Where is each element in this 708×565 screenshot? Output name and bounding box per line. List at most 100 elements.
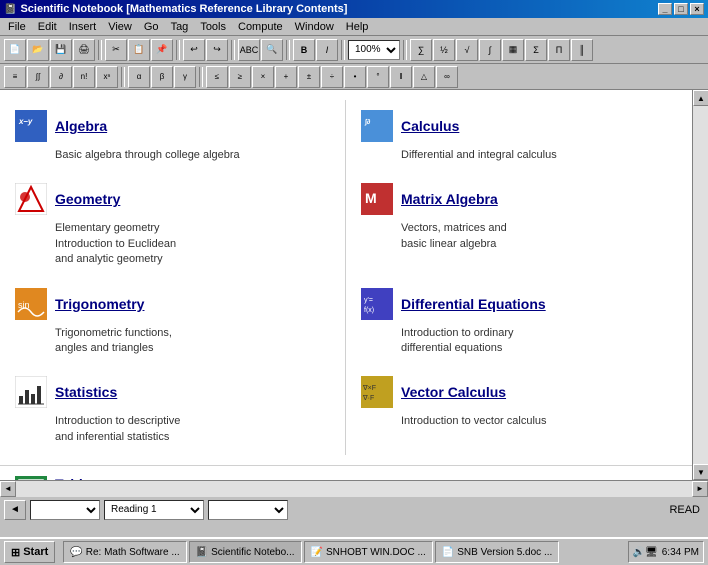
stats-title: Statistics xyxy=(55,384,117,400)
tb2-btn17[interactable]: ‖ xyxy=(390,66,412,88)
tb2-btn18[interactable]: △ xyxy=(413,66,435,88)
topic-algebra[interactable]: x–y Algebra Basic algebra through colleg… xyxy=(0,100,346,173)
geometry-icon xyxy=(15,183,47,215)
tb2-btn2[interactable]: ∫∫ xyxy=(27,66,49,88)
algebra-title: Algebra xyxy=(55,118,107,134)
menu-compute[interactable]: Compute xyxy=(232,20,289,34)
prod-button[interactable]: Π xyxy=(548,39,570,61)
bold-button[interactable]: B xyxy=(293,39,315,61)
taskbar-item-3[interactable]: 📝 SNHOBT WIN.DOC ... xyxy=(304,541,433,563)
taskbar-item-4[interactable]: 📄 SNB Version 5.doc ... xyxy=(435,541,560,563)
menu-view[interactable]: View xyxy=(102,20,138,34)
geometry-desc: Elementary geometryIntroduction to Eucli… xyxy=(15,221,330,267)
matrix-button[interactable]: ▦ xyxy=(502,39,524,61)
menu-insert[interactable]: Insert xyxy=(63,20,103,34)
bar-button[interactable]: ║ xyxy=(571,39,593,61)
svg-text:∇·F: ∇·F xyxy=(362,394,374,402)
scroll-left-button[interactable]: ◄ xyxy=(0,481,16,497)
tb2-btn19[interactable]: ∞ xyxy=(436,66,458,88)
topic-calculus-header: ∫∂ Calculus xyxy=(361,110,677,142)
math-button[interactable]: ∑ xyxy=(410,39,432,61)
tb2-btn4[interactable]: n! xyxy=(73,66,95,88)
tb2-btn5[interactable]: xⁿ xyxy=(96,66,118,88)
topic-tables[interactable]: Tables (See Chemistry and Physics for mo… xyxy=(0,465,692,480)
start-button[interactable]: ⊞ Start xyxy=(4,541,55,563)
tb2-btn12[interactable]: + xyxy=(275,66,297,88)
find-button[interactable]: 🔍 xyxy=(261,39,283,61)
tb2-btn15[interactable]: • xyxy=(344,66,366,88)
redo-button[interactable]: ↪ xyxy=(206,39,228,61)
copy-button[interactable]: 📋 xyxy=(128,39,150,61)
window-title: Scientific Notebook [Mathematics Referen… xyxy=(20,3,347,15)
tables-content: Tables (See Chemistry and Physics for mo… xyxy=(55,476,328,480)
separator-8 xyxy=(199,67,203,87)
tb2-btn13[interactable]: ± xyxy=(298,66,320,88)
algebra-icon: x–y xyxy=(15,110,47,142)
topic-trigonometry[interactable]: sin Trigonometry Trigonometric functions… xyxy=(0,278,346,367)
maximize-button[interactable]: □ xyxy=(674,3,688,15)
calculus-title: Calculus xyxy=(401,118,459,134)
tb2-btn10[interactable]: ≥ xyxy=(229,66,251,88)
tables-icon xyxy=(15,476,47,480)
topic-vector-calculus[interactable]: ∇×F ∇·F Vector Calculus Introduction to … xyxy=(346,366,692,455)
tb2-btn1[interactable]: ≡ xyxy=(4,66,26,88)
task-label-1: Re: Math Software ... xyxy=(86,547,180,558)
paste-button[interactable]: 📌 xyxy=(151,39,173,61)
tb2-btn11[interactable]: × xyxy=(252,66,274,88)
scroll-down-button[interactable]: ▼ xyxy=(693,464,708,480)
task-icon-4: 📄 xyxy=(442,547,454,558)
content-area: x–y Algebra Basic algebra through colleg… xyxy=(0,90,692,480)
tb2-btn7[interactable]: β xyxy=(151,66,173,88)
taskbar-item-1[interactable]: 💬 Re: Math Software ... xyxy=(63,541,186,563)
topics-grid: x–y Algebra Basic algebra through colleg… xyxy=(0,90,692,465)
undo-button[interactable]: ↩ xyxy=(183,39,205,61)
menu-go[interactable]: Go xyxy=(138,20,165,34)
nav-back-button[interactable]: ◄ xyxy=(4,500,26,520)
new-button[interactable]: 📄 xyxy=(4,39,26,61)
tb2-btn14[interactable]: ÷ xyxy=(321,66,343,88)
menu-help[interactable]: Help xyxy=(340,20,375,34)
open-button[interactable]: 📂 xyxy=(27,39,49,61)
zoom-select[interactable]: 100% xyxy=(348,40,400,60)
tb2-btn3[interactable]: ∂ xyxy=(50,66,72,88)
status-text: READ xyxy=(669,504,704,516)
minimize-button[interactable]: _ xyxy=(658,3,672,15)
start-icon: ⊞ xyxy=(11,546,20,559)
cut-button[interactable]: ✂ xyxy=(105,39,127,61)
topic-statistics[interactable]: Statistics Introduction to descriptivean… xyxy=(0,366,346,455)
task-label-4: SNB Version 5.doc ... xyxy=(457,547,552,558)
scroll-right-button[interactable]: ► xyxy=(692,481,708,497)
menu-window[interactable]: Window xyxy=(289,20,340,34)
sqrt-button[interactable]: √ xyxy=(456,39,478,61)
right-scrollbar: ▲ ▼ xyxy=(692,90,708,480)
close-button[interactable]: × xyxy=(690,3,704,15)
menu-tools[interactable]: Tools xyxy=(194,20,232,34)
tb2-btn16[interactable]: ° xyxy=(367,66,389,88)
calculus-desc: Differential and integral calculus xyxy=(361,148,677,163)
sum-button[interactable]: Σ xyxy=(525,39,547,61)
topic-matrix-algebra[interactable]: M Matrix Algebra Vectors, matrices andba… xyxy=(346,173,692,277)
menu-file[interactable]: File xyxy=(2,20,32,34)
nav-select-reading[interactable]: Reading 1 xyxy=(104,500,204,520)
tb2-btn6[interactable]: α xyxy=(128,66,150,88)
nav-select-1[interactable] xyxy=(30,500,100,520)
scroll-up-button[interactable]: ▲ xyxy=(693,90,708,106)
tb2-btn9[interactable]: ≤ xyxy=(206,66,228,88)
app-icon: 📓 xyxy=(4,4,16,15)
taskbar-item-2[interactable]: 📓 Scientific Notebo... xyxy=(189,541,302,563)
topic-calculus[interactable]: ∫∂ Calculus Differential and integral ca… xyxy=(346,100,692,173)
integral-button[interactable]: ∫ xyxy=(479,39,501,61)
spell-button[interactable]: ABC xyxy=(238,39,260,61)
menu-tag[interactable]: Tag xyxy=(165,20,195,34)
nav-select-3[interactable] xyxy=(208,500,288,520)
topic-vector-header: ∇×F ∇·F Vector Calculus xyxy=(361,376,677,408)
topic-geometry[interactable]: Geometry Elementary geometryIntroduction… xyxy=(0,173,346,277)
save-button[interactable]: 💾 xyxy=(50,39,72,61)
h-scrollbar: ◄ ► xyxy=(0,480,708,496)
topic-diff-eq[interactable]: y'= f(x) Differential Equations Introduc… xyxy=(346,278,692,367)
fraction-button[interactable]: ½ xyxy=(433,39,455,61)
menu-edit[interactable]: Edit xyxy=(32,20,63,34)
print-button[interactable]: 🖨 xyxy=(73,39,95,61)
tb2-btn8[interactable]: γ xyxy=(174,66,196,88)
italic-button[interactable]: I xyxy=(316,39,338,61)
